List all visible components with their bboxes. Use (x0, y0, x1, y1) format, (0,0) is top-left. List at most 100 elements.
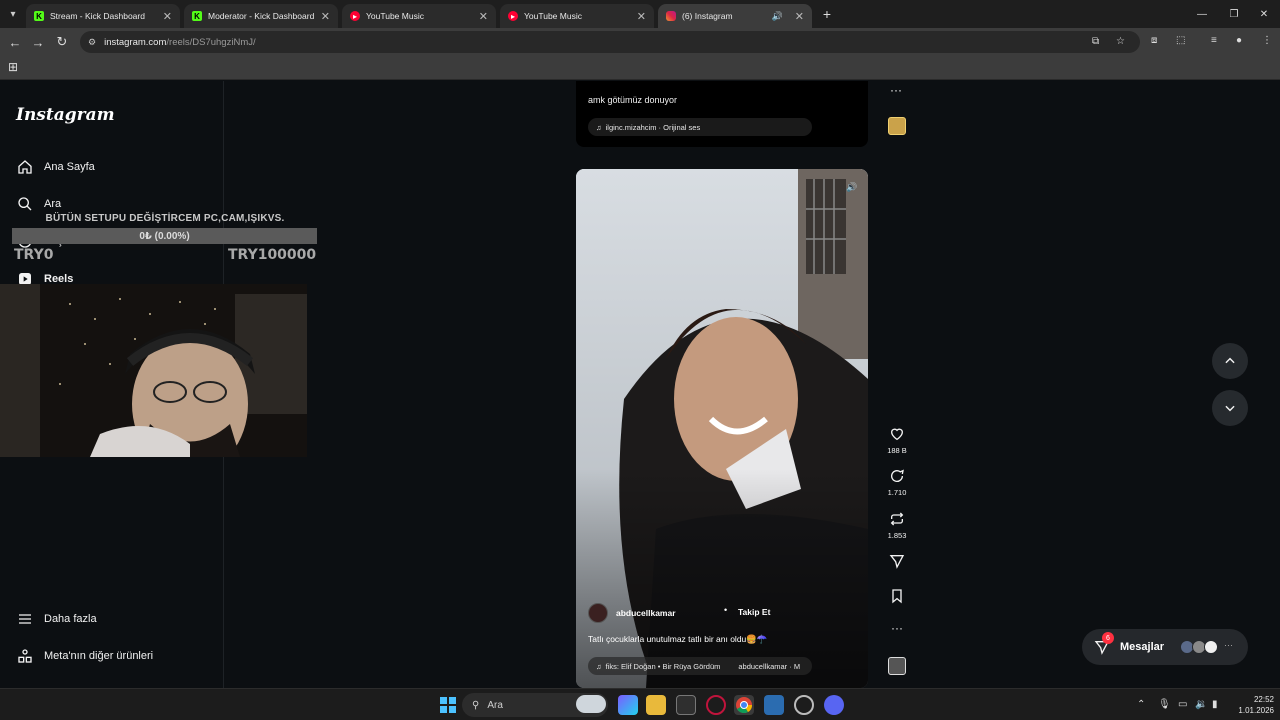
copilot-icon[interactable] (618, 695, 638, 715)
share-action[interactable] (884, 551, 910, 573)
browser-tab[interactable]: K Stream - Kick Dashboard ✕ (26, 4, 180, 28)
repost-action[interactable]: 1.853 (884, 509, 910, 540)
follow-button[interactable]: Takip Et (732, 603, 776, 621)
clock-time: 22:52 (1253, 695, 1274, 704)
browser-toolbar: ← → ↻ ⚙ instagram.com/reels/DS7uhgziNmJ/… (0, 28, 1280, 56)
bookmark-icon (887, 586, 907, 606)
avatar (1204, 640, 1218, 654)
browser-tab[interactable]: ▸ YouTube Music ✕ (500, 4, 654, 28)
separator-dot: • (724, 605, 728, 615)
tab-close-icon[interactable]: ✕ (163, 10, 172, 23)
stream-goal-title: BÜTÜN SETUPU DEĞİŞTİRCEM PC,CAM,IŞIKVS. (45, 213, 285, 224)
menu-icon (16, 610, 34, 628)
more-options-icon[interactable]: ··· (890, 83, 902, 97)
url-path: /reels/DS7uhgziNmJ/ (166, 36, 256, 48)
tab-close-icon[interactable]: ✕ (795, 10, 804, 23)
tab-title: YouTube Music (524, 11, 582, 21)
apps-grid-icon[interactable]: ⊞ (8, 60, 18, 74)
messages-button[interactable]: 6 Mesajlar ··· (1082, 629, 1248, 665)
audio-thumbnail[interactable] (888, 117, 906, 135)
author-username[interactable]: abducellkamar (616, 608, 676, 618)
audio-label: fiks: Elif Doğan • Bir Rüya Gördüm (605, 661, 721, 671)
reel-audio[interactable]: ♫ fiks: Elif Doğan • Bir Rüya Gördüm abd… (588, 657, 812, 675)
bookmarks-bar: ⊞ (0, 56, 1280, 80)
save-action[interactable] (884, 586, 910, 608)
taskbar-clock[interactable]: 22:52 1.01.2026 (1230, 694, 1274, 716)
restore-icon[interactable]: ❐ (1218, 0, 1250, 28)
tab-close-icon[interactable]: ✕ (321, 10, 330, 23)
clock-date: 1.01.2026 (1238, 706, 1274, 715)
chevron-up-icon (1225, 357, 1235, 364)
comment-action[interactable]: 1.710 (884, 466, 910, 497)
new-tab-button[interactable]: + (818, 5, 836, 23)
audio-thumbnail[interactable] (888, 657, 906, 675)
messages-badge: 6 (1102, 632, 1114, 644)
chrome-icon[interactable] (734, 695, 754, 715)
instagram-logo[interactable]: Instagram (16, 105, 115, 125)
media-control-icon[interactable]: ≡ (1211, 35, 1217, 46)
more-options-icon[interactable]: ··· (884, 621, 910, 635)
reload-icon[interactable]: ↻ (50, 30, 74, 54)
microsoft-store-icon[interactable] (676, 695, 696, 715)
volume-icon[interactable]: 🔉 (1195, 699, 1207, 710)
current-reel-video[interactable]: 🔊 abducellkamar • Takip Et Tatlı çocukla… (576, 169, 868, 688)
webcam-feed (0, 284, 307, 457)
forward-icon[interactable]: → (26, 30, 50, 54)
translate-icon[interactable]: ⧈ (1151, 35, 1157, 46)
battery-icon[interactable]: ▮ (1212, 699, 1218, 710)
audio-label: ilginc.mizahcim · Orijinal ses (605, 122, 701, 132)
instagram-icon (666, 11, 676, 21)
extensions-icon[interactable]: ⬚ (1176, 35, 1185, 46)
discord-icon[interactable] (824, 695, 844, 715)
browser-tab[interactable]: K Moderator - Kick Dashboard ✕ (184, 4, 338, 28)
address-bar[interactable]: ⚙ instagram.com/reels/DS7uhgziNmJ/ ⧉ ☆ (80, 31, 1140, 53)
browser-tab-active[interactable]: (6) Instagram 🔊 ✕ (658, 4, 812, 28)
network-icon[interactable]: ▭ (1178, 699, 1187, 710)
speaker-icon[interactable]: 🔊 (772, 11, 783, 22)
profile-avatar-icon[interactable]: ● (1236, 35, 1242, 46)
previous-reel-caption: amk götümüz donuyor (588, 95, 678, 105)
opera-icon[interactable] (706, 695, 726, 715)
photos-icon[interactable] (764, 695, 784, 715)
tray-chevron-icon[interactable]: ⌃ (1137, 699, 1145, 710)
author-avatar[interactable] (588, 603, 608, 623)
tab-close-icon[interactable]: ✕ (479, 10, 488, 23)
browser-tab[interactable]: ▸ YouTube Music ✕ (342, 4, 496, 28)
stream-goal-progress-bar: 0₺ (0.00%) (12, 228, 317, 244)
sidebar-item-search[interactable]: Ara (16, 195, 61, 213)
search-placeholder: Ara (487, 699, 503, 711)
minimize-icon[interactable]: — (1186, 0, 1218, 28)
sidebar-item-more[interactable]: Daha fazla (16, 610, 97, 628)
bookmark-star-icon[interactable]: ☆ (1116, 36, 1125, 47)
comment-count: 1.710 (887, 488, 907, 497)
taskbar-search[interactable]: ⚲ Ara (462, 693, 608, 717)
sidebar-item-label: Ana Sayfa (44, 161, 95, 173)
meta-products-icon (16, 647, 34, 665)
sidebar-item-meta-products[interactable]: Meta'nın diğer ürünleri (16, 647, 153, 665)
sidebar-item-home[interactable]: Ana Sayfa (16, 158, 95, 176)
browser-menu-icon[interactable]: ⋮ (1262, 35, 1272, 46)
comment-icon (887, 466, 907, 486)
music-note-icon: ♫ (596, 661, 602, 671)
previous-reel-button[interactable] (1212, 343, 1248, 379)
search-icon: ⚲ (472, 699, 480, 711)
tab-close-icon[interactable]: ✕ (637, 10, 646, 23)
like-action[interactable]: 188 B (884, 424, 910, 455)
youtube-music-icon: ▸ (508, 11, 518, 21)
microphone-icon[interactable]: 🎙 (1158, 699, 1171, 710)
obs-icon[interactable] (794, 695, 814, 715)
tab-search-chevron-icon[interactable]: ▾ (0, 0, 26, 28)
install-app-icon[interactable]: ⧉ (1092, 36, 1099, 47)
weather-icon (576, 695, 606, 713)
close-window-icon[interactable]: ✕ (1248, 0, 1280, 28)
back-icon[interactable]: ← (3, 30, 27, 54)
volume-icon[interactable]: 🔊 (844, 179, 860, 195)
windows-start-icon[interactable] (438, 695, 458, 715)
site-info-icon[interactable]: ⚙ (88, 37, 96, 48)
next-reel-button[interactable] (1212, 390, 1248, 426)
file-explorer-icon[interactable] (646, 695, 666, 715)
url-host: instagram.com (104, 36, 167, 48)
windows-taskbar: ⚲ Ara ⌃ 🎙 ▭ 🔉 ▮ 22:52 1.01.2026 (0, 688, 1280, 720)
previous-reel-audio[interactable]: ♫ ilginc.mizahcim · Orijinal ses (588, 118, 812, 136)
home-icon (16, 158, 34, 176)
